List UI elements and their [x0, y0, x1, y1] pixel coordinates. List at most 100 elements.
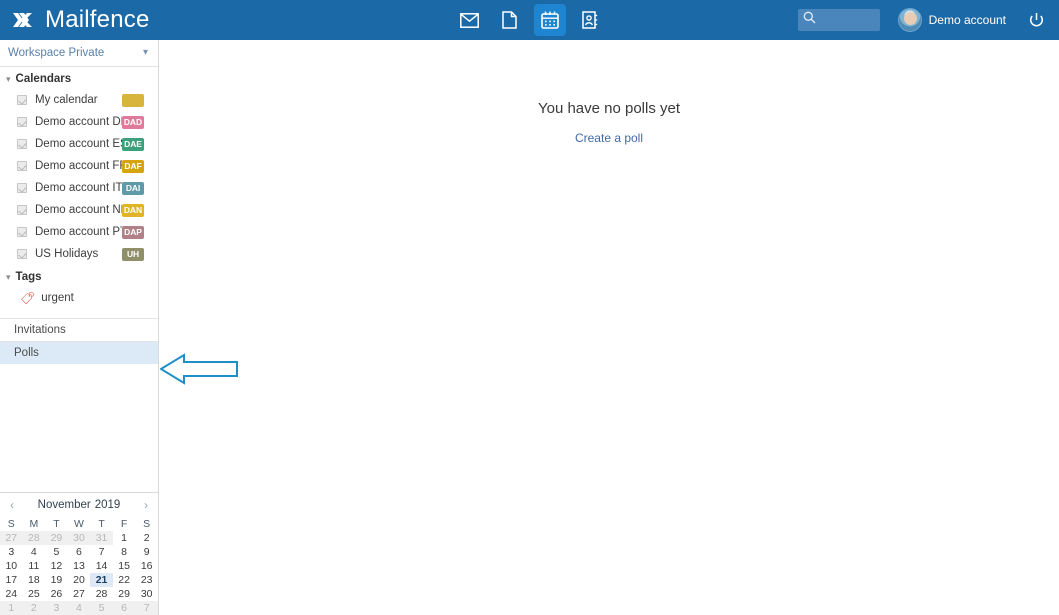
- calendar-item[interactable]: Demo account DE DAD: [0, 111, 158, 133]
- calendar-day[interactable]: 12: [45, 559, 68, 573]
- calendar-checkbox[interactable]: [17, 183, 27, 193]
- app-calendar[interactable]: [533, 4, 566, 36]
- mini-calendar: ‹ November 2019 › SMTWTFS 27 28 29 30 31 1 2 3 4 5…: [0, 492, 158, 615]
- calendar-day[interactable]: 13: [68, 559, 91, 573]
- calendar-day[interactable]: 28: [90, 587, 113, 601]
- app-messages[interactable]: [454, 4, 486, 36]
- calendar-day[interactable]: 4: [23, 545, 46, 559]
- calendar-day[interactable]: 4: [67, 601, 91, 615]
- calendar-item[interactable]: Demo account NL DAN: [0, 199, 158, 221]
- calendar-day[interactable]: 10: [0, 559, 23, 573]
- calendar-day[interactable]: 22: [113, 573, 136, 587]
- calendar-week-row: 27 28 29 30 31 1 2: [0, 531, 158, 545]
- calendar-day[interactable]: 14: [90, 559, 113, 573]
- calendar-day[interactable]: 29: [45, 531, 68, 545]
- weekday-header: S: [143, 517, 151, 530]
- calendar-day[interactable]: 15: [113, 559, 136, 573]
- tag-list: 🏷 urgent: [0, 287, 158, 309]
- workspace-selector[interactable]: Workspace Private ▾: [0, 40, 158, 67]
- calendar-item[interactable]: Demo account IT DAI: [0, 177, 158, 199]
- calendar-day[interactable]: 1: [113, 531, 136, 545]
- tags-section-header[interactable]: ▾ Tags: [0, 265, 158, 287]
- calendar-checkbox[interactable]: [17, 117, 27, 127]
- search-input[interactable]: [815, 14, 876, 26]
- chevron-down-icon: ▾: [6, 73, 11, 84]
- calendar-color-badge[interactable]: DAI: [122, 181, 144, 195]
- calendar-day[interactable]: 7: [135, 601, 158, 615]
- calendar-item[interactable]: Demo account PT DAP: [0, 221, 158, 243]
- calendar-day[interactable]: 19: [45, 573, 68, 587]
- calendar-day[interactable]: 20: [68, 573, 91, 587]
- calendar-day[interactable]: 7: [90, 545, 113, 559]
- calendar-day[interactable]: 1: [0, 601, 23, 615]
- calendar-checkbox[interactable]: [17, 139, 27, 149]
- mini-calendar-year: 2019: [94, 499, 121, 511]
- calendar-day[interactable]: 2: [135, 531, 158, 545]
- calendar-day[interactable]: 25: [23, 587, 46, 601]
- calendar-day[interactable]: 28: [22, 531, 46, 545]
- calendar-day[interactable]: 3: [45, 601, 68, 615]
- calendar-day[interactable]: 5: [90, 601, 113, 615]
- calendar-checkbox[interactable]: [17, 95, 27, 105]
- calendar-item[interactable]: Demo account ES DAE: [0, 133, 158, 155]
- calendar-checkbox[interactable]: [17, 227, 27, 237]
- chevron-right-icon[interactable]: ›: [141, 498, 151, 512]
- calendar-checkbox[interactable]: [17, 205, 27, 215]
- mini-calendar-weekday-row: SMTWTFS: [0, 516, 158, 531]
- calendar-color-badge[interactable]: UH: [122, 247, 144, 261]
- weekday-header: S: [7, 517, 15, 530]
- calendar-color-badge[interactable]: DAF: [122, 159, 144, 173]
- calendar-day[interactable]: 30: [67, 531, 91, 545]
- calendar-day[interactable]: 24: [0, 587, 23, 601]
- calendar-day[interactable]: 8: [113, 545, 136, 559]
- calendar-item[interactable]: Demo account FR DAF: [0, 155, 158, 177]
- calendar-day[interactable]: 9: [135, 545, 158, 559]
- sidebar-item-invitations[interactable]: Invitations: [0, 318, 158, 341]
- calendar-day-today[interactable]: 21: [90, 573, 113, 587]
- mini-calendar-title: November 2019: [38, 499, 121, 511]
- calendar-day[interactable]: 27: [68, 587, 91, 601]
- calendar-item[interactable]: US Holidays UH: [0, 243, 158, 265]
- calendar-day[interactable]: 2: [22, 601, 46, 615]
- calendar-day[interactable]: 6: [68, 545, 91, 559]
- calendar-item[interactable]: My calendar: [0, 89, 158, 111]
- contacts-icon: [581, 11, 597, 29]
- calendar-day[interactable]: 11: [23, 559, 46, 573]
- power-icon: [1029, 12, 1044, 26]
- calendar-color-badge[interactable]: DAN: [121, 203, 144, 217]
- calendar-day[interactable]: 16: [135, 559, 158, 573]
- calendar-day[interactable]: 23: [135, 573, 158, 587]
- calendar-day[interactable]: 29: [113, 587, 136, 601]
- calendar-checkbox[interactable]: [17, 161, 27, 171]
- calendar-day[interactable]: 26: [45, 587, 68, 601]
- account-menu[interactable]: Demo account: [897, 8, 1006, 32]
- calendar-color-badge[interactable]: DAP: [122, 225, 144, 239]
- weekday-header: M: [29, 517, 39, 530]
- brand-logo[interactable]: Mailfence: [12, 6, 150, 34]
- calendar-color-badge[interactable]: DAE: [122, 137, 144, 151]
- create-poll-link[interactable]: Create a poll: [575, 131, 643, 145]
- calendar-day[interactable]: 3: [0, 545, 23, 559]
- app-contacts[interactable]: [574, 4, 606, 36]
- calendar-day[interactable]: 17: [0, 573, 23, 587]
- chevron-left-icon[interactable]: ‹: [7, 498, 17, 512]
- calendar-day[interactable]: 6: [112, 601, 136, 615]
- tag-item[interactable]: 🏷 urgent: [0, 287, 158, 309]
- calendars-section-header[interactable]: ▾ Calendars: [0, 67, 158, 89]
- calendars-section-label: Calendars: [15, 73, 72, 85]
- calendar-checkbox[interactable]: [17, 249, 27, 259]
- logout-button[interactable]: [1028, 12, 1045, 29]
- sidebar-item-polls[interactable]: Polls: [0, 341, 158, 364]
- app-documents[interactable]: [494, 4, 526, 36]
- calendar-day[interactable]: 18: [23, 573, 46, 587]
- calendar-icon: [540, 11, 559, 29]
- chevron-down-icon: ▾: [6, 271, 11, 282]
- search-box[interactable]: [797, 9, 880, 31]
- calendar-day[interactable]: 31: [90, 531, 113, 545]
- tag-label: urgent: [41, 292, 74, 304]
- calendar-day[interactable]: 27: [0, 531, 23, 545]
- calendar-color-badge[interactable]: [122, 93, 144, 107]
- calendar-color-badge[interactable]: DAD: [121, 115, 144, 129]
- calendar-day[interactable]: 30: [135, 587, 158, 601]
- calendar-day[interactable]: 5: [45, 545, 68, 559]
